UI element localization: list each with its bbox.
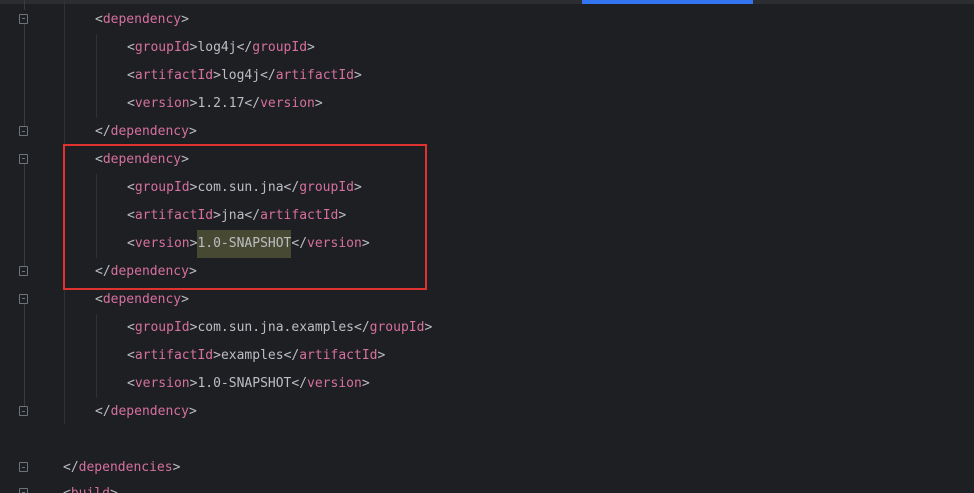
tag-bracket: </: [283, 348, 300, 363]
code-line[interactable]: <dependency>: [95, 286, 189, 314]
tab-bar-border: [0, 0, 974, 4]
tag-bracket: >: [110, 486, 118, 493]
tag-bracket: <: [127, 348, 135, 363]
tag-bracket: >: [181, 292, 189, 307]
tag-bracket: </: [291, 376, 308, 391]
code-line[interactable]: <version>1.0-SNAPSHOT</version>: [127, 370, 370, 398]
tag-bracket: </: [95, 404, 111, 419]
tag-bracket: </: [354, 320, 370, 335]
code-line[interactable]: <artifactId>log4j</artifactId>: [127, 62, 362, 90]
code-line[interactable]: <groupId>log4j</groupId>: [127, 34, 315, 62]
xml-tag-name: version: [134, 376, 190, 391]
code-editor[interactable]: <dependency> <groupId>log4j</groupId> <a…: [0, 0, 974, 493]
fold-toggle-icon[interactable]: [19, 294, 28, 304]
code-line[interactable]: </dependency>: [95, 118, 197, 146]
xml-tag-name: dependencies: [78, 460, 173, 475]
xml-tag-name: artifactId: [134, 348, 214, 363]
tag-bracket: </: [260, 68, 276, 83]
code-line[interactable]: <version>1.2.17</version>: [127, 90, 323, 118]
xml-tag-name: dependency: [102, 12, 182, 27]
annotation-highlight-box: [63, 144, 427, 290]
xml-tag-name: artifactId: [299, 348, 378, 363]
tag-bracket: <: [127, 68, 135, 83]
tag-bracket: >: [213, 68, 221, 83]
tag-bracket: </: [63, 460, 79, 475]
tag-bracket: >: [377, 348, 386, 363]
xml-text-value: log4j: [197, 40, 237, 55]
fold-toggle-icon[interactable]: [19, 126, 28, 136]
xml-tag-name: groupId: [134, 320, 190, 335]
tag-bracket: >: [354, 68, 362, 83]
xml-tag-name: groupId: [252, 40, 308, 55]
editor-gutter: [0, 0, 44, 493]
tag-bracket: <: [127, 96, 135, 111]
xml-tag-name: version: [307, 376, 362, 391]
fold-toggle-icon[interactable]: [19, 14, 28, 24]
fold-toggle-icon[interactable]: [19, 488, 28, 493]
xml-tag-name: build: [71, 486, 110, 493]
xml-text-value: examples: [220, 348, 284, 363]
tag-bracket: <: [95, 292, 103, 307]
fold-toggle-icon[interactable]: [19, 406, 28, 416]
tag-bracket: </: [244, 96, 261, 111]
fold-toggle-icon[interactable]: [19, 266, 28, 276]
indent-guide: [96, 314, 97, 398]
code-line[interactable]: </dependencies>: [63, 454, 180, 482]
xml-tag-name: artifactId: [275, 68, 355, 83]
xml-tag-name: dependency: [110, 404, 189, 419]
tag-bracket: <: [95, 12, 103, 27]
tag-bracket: </: [95, 124, 111, 139]
tag-bracket: </: [236, 40, 253, 55]
code-line[interactable]: <groupId>com.sun.jna.examples</groupId>: [127, 314, 432, 342]
tag-bracket: <: [63, 486, 71, 493]
tag-bracket: >: [307, 40, 315, 55]
xml-tag-name: groupId: [369, 320, 425, 335]
code-line[interactable]: <build>: [63, 480, 118, 493]
tag-bracket: <: [127, 40, 135, 55]
tag-bracket: >: [424, 320, 433, 335]
fold-region-line: [24, 24, 25, 126]
fold-toggle-icon[interactable]: [19, 154, 28, 164]
xml-text-value: 1.0-SNAPSHOT: [197, 376, 292, 391]
xml-text-value: 1.2.17: [197, 96, 245, 111]
fold-region-line: [24, 0, 25, 10]
tag-bracket: >: [188, 124, 197, 139]
xml-tag-name: dependency: [110, 124, 189, 139]
xml-tag-name: dependency: [102, 292, 182, 307]
tag-bracket: <: [127, 320, 135, 335]
xml-text-value: log4j: [220, 68, 261, 83]
xml-tag-name: version: [134, 96, 190, 111]
xml-tag-name: artifactId: [134, 68, 214, 83]
tag-bracket: >: [172, 460, 181, 475]
xml-tag-name: version: [260, 96, 315, 111]
tag-bracket: >: [314, 96, 323, 111]
fold-toggle-icon[interactable]: [19, 462, 28, 472]
xml-text-value: com.sun.jna.examples: [197, 320, 354, 335]
indent-guide: [96, 34, 97, 118]
tag-bracket: >: [188, 404, 197, 419]
tag-bracket: <: [127, 376, 135, 391]
tag-bracket: >: [361, 376, 370, 391]
active-tab-indicator[interactable]: [582, 0, 753, 4]
code-line[interactable]: <dependency>: [95, 6, 189, 34]
code-line[interactable]: </dependency>: [95, 398, 197, 426]
code-line[interactable]: <artifactId>examples</artifactId>: [127, 342, 385, 370]
fold-region-line: [24, 164, 25, 266]
xml-tag-name: groupId: [134, 40, 190, 55]
tag-bracket: >: [213, 348, 221, 363]
fold-region-line: [24, 304, 25, 406]
tag-bracket: >: [181, 12, 189, 27]
